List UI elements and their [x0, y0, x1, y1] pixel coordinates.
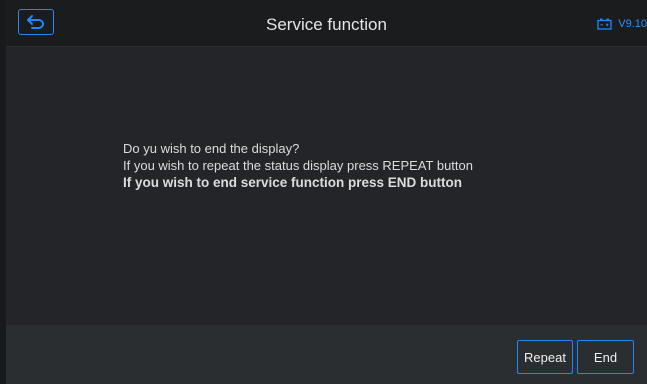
page-title: Service function [266, 15, 387, 34]
message-line-1: Do yu wish to end the display? [123, 141, 300, 156]
version-indicator: V9.10 [597, 18, 647, 30]
repeat-button[interactable]: Repeat [517, 340, 573, 374]
footer-bar: Repeat End [6, 325, 647, 384]
message-text: Do yu wish to end the display? If you wi… [123, 140, 473, 191]
message-area: Do yu wish to end the display? If you wi… [6, 47, 647, 325]
battery-icon [597, 18, 612, 30]
version-label: V9.10 [618, 18, 647, 30]
end-button[interactable]: End [577, 340, 634, 374]
screen: Service function V9.10 Do yu wish to end… [0, 0, 647, 384]
message-line-2: If you wish to repeat the status display… [123, 158, 473, 173]
message-line-3: If you wish to end service function pres… [123, 175, 463, 190]
header-bar: Service function V9.10 [6, 0, 647, 47]
